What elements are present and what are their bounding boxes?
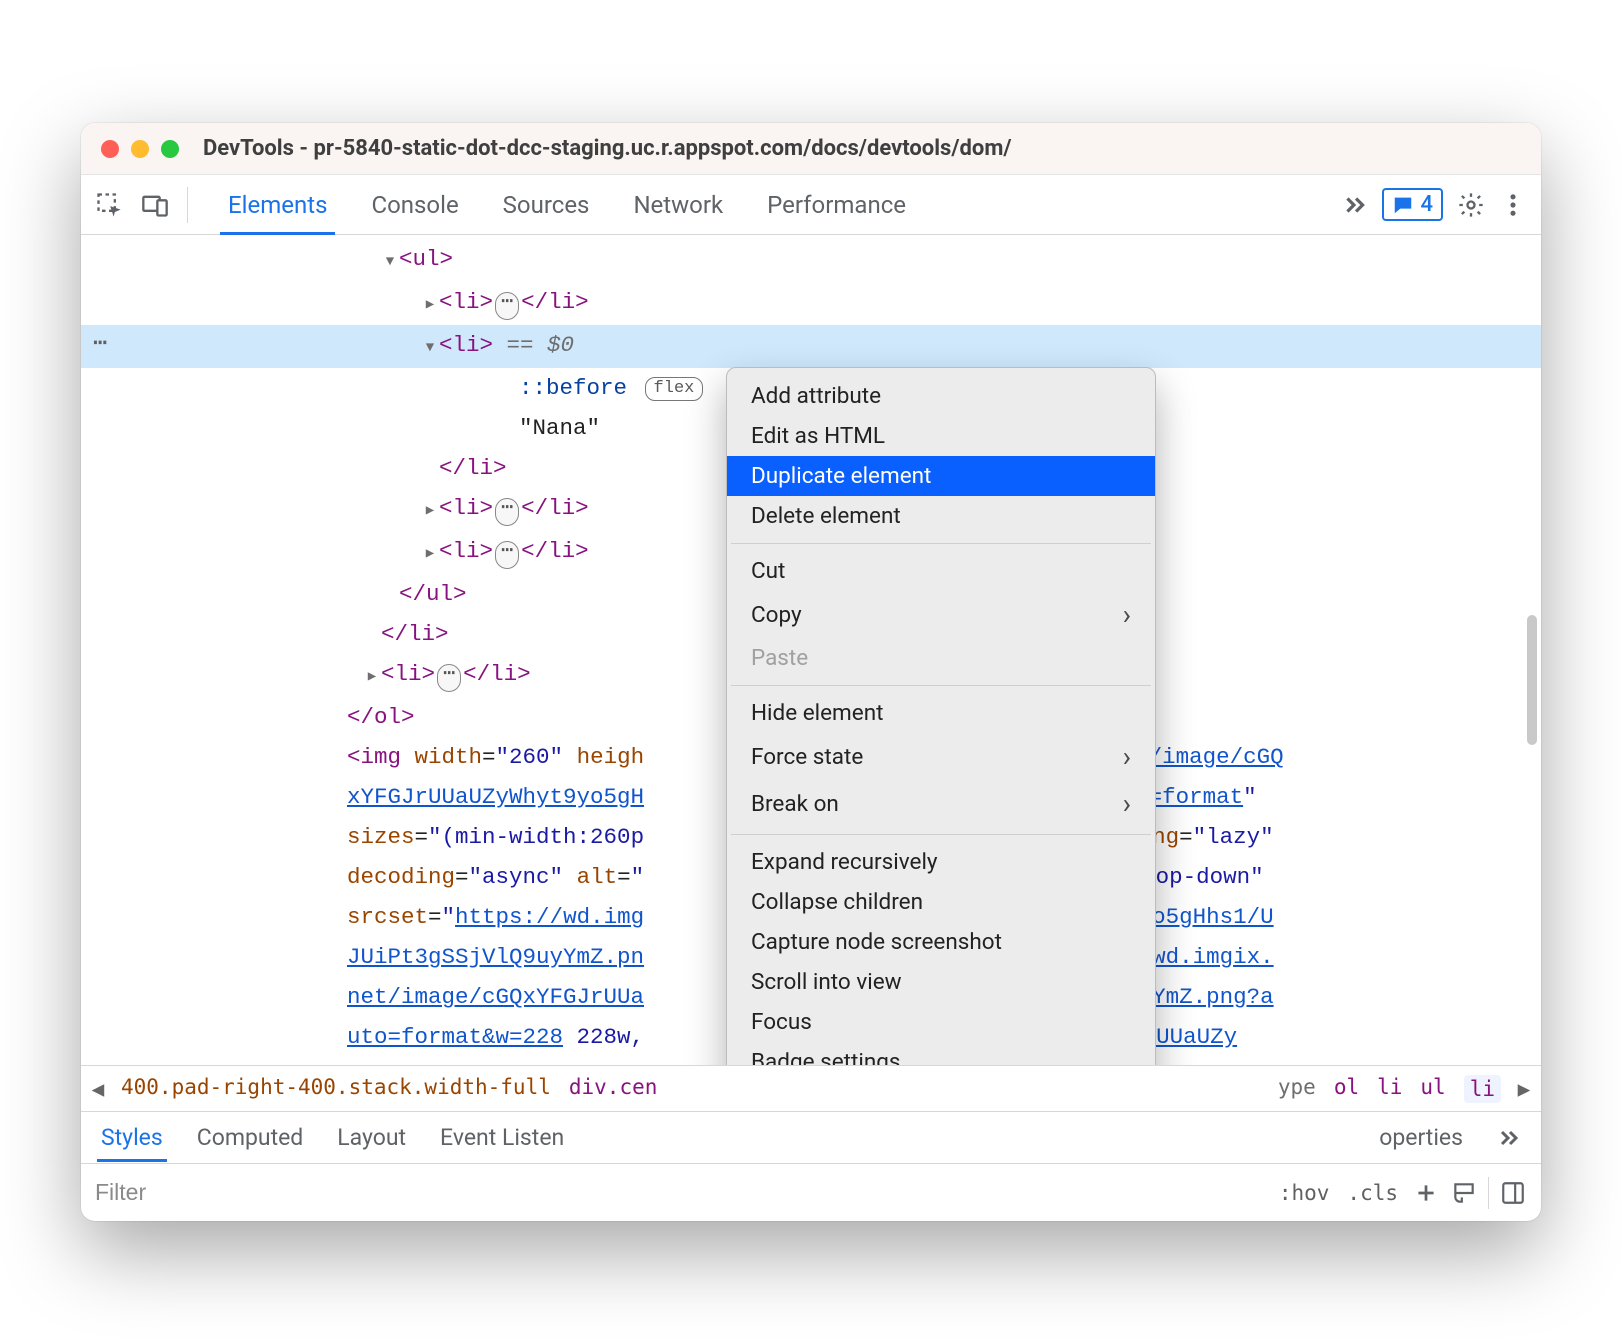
menu-item-label: Badge settings… — [751, 1049, 916, 1065]
menu-item[interactable]: Break on — [727, 780, 1155, 827]
more-tabs-icon[interactable] — [1497, 1126, 1521, 1150]
menu-item-label: Break on — [751, 791, 839, 817]
breadcrumb-item[interactable]: ol — [1334, 1075, 1359, 1103]
menu-item[interactable]: Expand recursively — [727, 842, 1155, 882]
dom-breadcrumbs[interactable]: ◀ 400.pad-right-400.stack.width-full div… — [81, 1065, 1541, 1111]
kebab-menu-icon[interactable] — [1499, 191, 1527, 219]
tab-network[interactable]: Network — [611, 175, 745, 234]
menu-item-label: Duplicate element — [751, 463, 931, 489]
main-toolbar: Elements Console Sources Network Perform… — [81, 175, 1541, 235]
breadcrumb-item[interactable]: div.cen — [569, 1075, 658, 1103]
menu-item[interactable]: Scroll into view — [727, 962, 1155, 1002]
menu-item-label: Force state — [751, 744, 863, 770]
new-style-rule-icon[interactable] — [1412, 1179, 1440, 1207]
elements-panel: <ul> <li>⋯</li> <li> == $0 ::before flex… — [81, 235, 1541, 1065]
menu-item-label: Focus — [751, 1009, 812, 1035]
menu-item-label: Expand recursively — [751, 849, 938, 875]
styles-filter-row: :hov .cls — [81, 1163, 1541, 1221]
tab-properties[interactable]: operties — [1379, 1114, 1463, 1161]
menu-item: Paste — [727, 638, 1155, 678]
separator — [1488, 1177, 1489, 1209]
menu-item[interactable]: Force state — [727, 733, 1155, 780]
menu-item[interactable]: Focus — [727, 1002, 1155, 1042]
menu-item[interactable]: Duplicate element — [727, 456, 1155, 496]
menu-item-label: Hide element — [751, 700, 884, 726]
hov-toggle[interactable]: :hov — [1275, 1181, 1334, 1205]
menu-item-label: Paste — [751, 645, 808, 671]
device-toolbar-icon[interactable] — [141, 191, 169, 219]
menu-separator — [731, 834, 1151, 835]
menu-item-label: Capture node screenshot — [751, 929, 1002, 955]
ellipsis-icon[interactable]: ⋯ — [495, 498, 519, 526]
menu-item-label: Copy — [751, 602, 802, 628]
maximize-window-button[interactable] — [161, 140, 179, 158]
context-menu: Add attribute Edit as HTML Duplicate eleme… — [726, 367, 1156, 1065]
tab-elements[interactable]: Elements — [206, 175, 349, 234]
issues-count: 4 — [1420, 192, 1433, 217]
window-controls — [101, 140, 179, 158]
chevron-left-icon[interactable]: ◀ — [89, 1077, 107, 1101]
inspect-element-icon[interactable] — [95, 191, 123, 219]
tab-layout[interactable]: Layout — [337, 1114, 406, 1161]
flex-badge[interactable]: flex — [645, 377, 704, 401]
more-tabs-icon[interactable] — [1342, 192, 1368, 218]
breadcrumb-item-active[interactable]: li — [1464, 1075, 1501, 1103]
styles-filter-input[interactable] — [95, 1179, 1265, 1206]
breadcrumb-item[interactable]: ype — [1278, 1075, 1316, 1103]
ellipsis-icon[interactable]: ⋯ — [437, 664, 461, 692]
menu-item-label: Add attribute — [751, 383, 881, 409]
issues-badge[interactable]: 4 — [1382, 188, 1443, 221]
paint-brush-icon[interactable] — [1450, 1179, 1478, 1207]
styles-tabs: Styles Computed Layout Event Listen oper… — [81, 1111, 1541, 1163]
ellipsis-icon[interactable]: ⋯ — [495, 292, 519, 320]
menu-item[interactable]: Collapse children — [727, 882, 1155, 922]
tab-console[interactable]: Console — [349, 175, 480, 234]
main-tabs: Elements Console Sources Network Perform… — [206, 175, 928, 234]
ellipsis-icon[interactable]: ⋯ — [495, 541, 519, 569]
tab-performance[interactable]: Performance — [745, 175, 928, 234]
dom-node-li-collapsed[interactable]: <li>⋯</li> — [81, 282, 1541, 325]
minimize-window-button[interactable] — [131, 140, 149, 158]
breadcrumb-item[interactable]: li — [1377, 1075, 1402, 1103]
menu-separator — [731, 543, 1151, 544]
dom-node-li-selected[interactable]: <li> == $0 — [81, 325, 1541, 368]
menu-item[interactable]: Add attribute — [727, 376, 1155, 416]
tab-event-listeners[interactable]: Event Listen — [440, 1114, 564, 1161]
vertical-scrollbar[interactable] — [1527, 615, 1537, 745]
cls-toggle[interactable]: .cls — [1343, 1181, 1402, 1205]
menu-item-label: Scroll into view — [751, 969, 902, 995]
toolbar-right: 4 — [1342, 188, 1527, 221]
menu-item[interactable]: Capture node screenshot — [727, 922, 1155, 962]
devtools-window: DevTools - pr-5840-static-dot-dcc-stagin… — [81, 123, 1541, 1221]
tab-styles[interactable]: Styles — [101, 1114, 163, 1161]
menu-item[interactable]: Cut — [727, 551, 1155, 591]
settings-icon[interactable] — [1457, 191, 1485, 219]
menu-separator — [731, 685, 1151, 686]
tab-sources[interactable]: Sources — [481, 175, 612, 234]
menu-item-label: Cut — [751, 558, 785, 584]
menu-item[interactable]: Copy — [727, 591, 1155, 638]
menu-item-label: Delete element — [751, 503, 901, 529]
chat-icon — [1392, 194, 1414, 216]
menu-item[interactable]: Hide element — [727, 693, 1155, 733]
breadcrumb-item[interactable]: ul — [1420, 1075, 1445, 1103]
window-title: DevTools - pr-5840-static-dot-dcc-stagin… — [203, 136, 1012, 161]
titlebar: DevTools - pr-5840-static-dot-dcc-stagin… — [81, 123, 1541, 175]
close-window-button[interactable] — [101, 140, 119, 158]
dom-node-ul-open[interactable]: <ul> — [81, 239, 1541, 282]
menu-item-label: Edit as HTML — [751, 423, 885, 449]
menu-item-label: Collapse children — [751, 889, 923, 915]
separator — [187, 187, 188, 223]
menu-item[interactable]: Badge settings… — [727, 1042, 1155, 1065]
menu-item[interactable]: Delete element — [727, 496, 1155, 536]
tab-computed[interactable]: Computed — [197, 1114, 304, 1161]
chevron-right-icon[interactable]: ▶ — [1515, 1077, 1533, 1101]
computed-panel-toggle-icon[interactable] — [1499, 1179, 1527, 1207]
menu-item[interactable]: Edit as HTML — [727, 416, 1155, 456]
